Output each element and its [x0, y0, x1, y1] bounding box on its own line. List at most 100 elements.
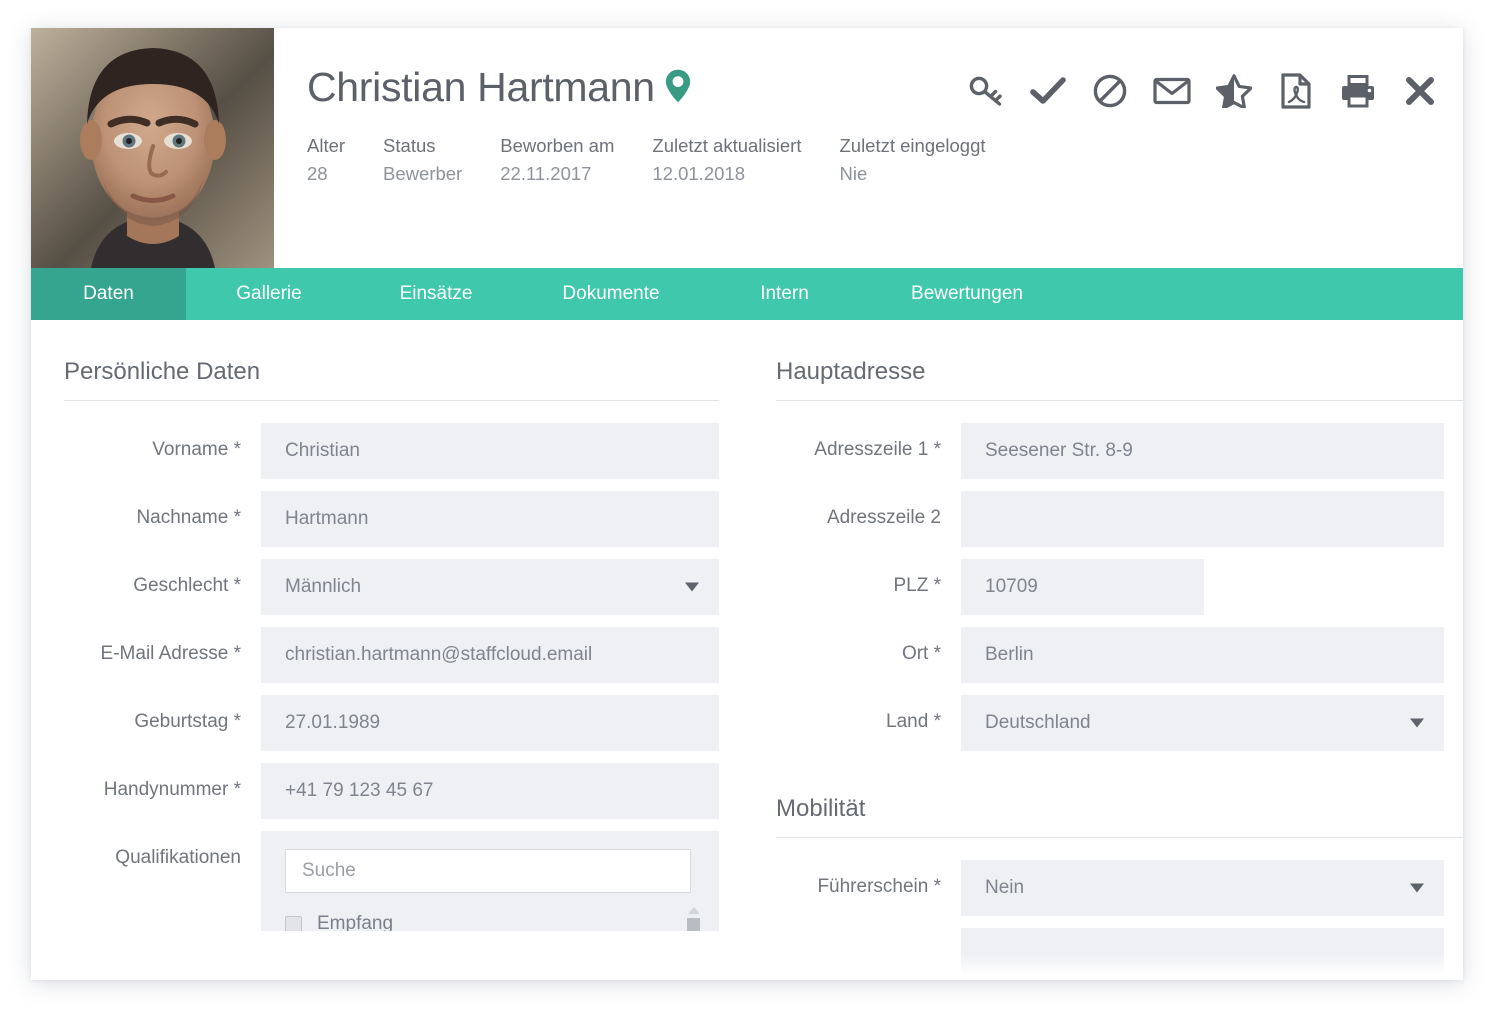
chevron-down-icon: [685, 583, 699, 592]
meta-strip: Alter 28 Status Bewerber Beworben am 22.…: [307, 132, 1024, 188]
field-label: Nachname *: [64, 491, 261, 529]
block-icon[interactable]: [1091, 70, 1129, 112]
qualifications-scrollbar[interactable]: [686, 907, 701, 931]
field-label: Land *: [776, 695, 961, 733]
field-row-ort: Ort * Berlin: [776, 627, 1463, 683]
card-content: Persönliche Daten Vorname * Christian Na…: [31, 320, 1463, 980]
field-label: Handynummer *: [64, 763, 261, 801]
field-label: Geburtstag *: [64, 695, 261, 733]
page-title: Christian Hartmann: [307, 67, 655, 108]
qualification-option-empfang[interactable]: Empfang: [285, 913, 695, 931]
section-title-mobility: Mobilität: [776, 795, 1463, 837]
tab-einsaetze[interactable]: Einsätze: [352, 268, 520, 320]
scroll-up-icon[interactable]: [688, 907, 700, 914]
tab-gallerie[interactable]: Gallerie: [186, 268, 352, 320]
close-icon[interactable]: [1401, 70, 1439, 112]
field-row-qualifikationen: Qualifikationen Suche Empfang: [64, 831, 751, 931]
half-star-icon[interactable]: [1215, 70, 1253, 112]
meta-item: Zuletzt aktualisiert 12.01.2018: [652, 132, 801, 188]
section-title-personal: Persönliche Daten: [64, 358, 751, 400]
field-row-handynummer: Handynummer * +41 79 123 45 67: [64, 763, 751, 819]
qualifications-box: Suche Empfang: [261, 831, 719, 931]
map-pin-icon[interactable]: [665, 69, 691, 108]
field-label: PLZ *: [776, 559, 961, 597]
address-mobility-column: Hauptadresse Adresszeile 1 * Seesener St…: [751, 358, 1463, 980]
tab-intern[interactable]: Intern: [702, 268, 867, 320]
meta-label: Zuletzt aktualisiert: [652, 132, 801, 160]
envelope-icon[interactable]: [1153, 70, 1191, 112]
card-header: Christian Hartmann Alter 28 Status Bewer…: [31, 28, 1463, 268]
adresszeile1-input[interactable]: Seesener Str. 8-9: [961, 423, 1444, 479]
meta-label: Status: [383, 132, 462, 160]
field-label: E-Mail Adresse *: [64, 627, 261, 665]
meta-label: Zuletzt eingeloggt: [839, 132, 985, 160]
fuehrerschein-select[interactable]: Nein: [961, 860, 1444, 916]
name-row: Christian Hartmann: [307, 66, 691, 108]
field-row-adresszeile1: Adresszeile 1 * Seesener Str. 8-9: [776, 423, 1463, 479]
meta-item: Status Bewerber: [383, 132, 462, 188]
field-label: Vorname *: [64, 423, 261, 461]
section-divider: [776, 400, 1463, 401]
field-row-partial: [776, 928, 1463, 980]
field-row-fuehrerschein: Führerschein * Nein: [776, 860, 1463, 916]
field-label: Geschlecht *: [64, 559, 261, 597]
meta-value: Nie: [839, 160, 985, 188]
pdf-file-icon[interactable]: [1277, 70, 1315, 112]
section-divider: [64, 400, 719, 401]
field-row-geburtstag: Geburtstag * 27.01.1989: [64, 695, 751, 751]
nachname-input[interactable]: Hartmann: [261, 491, 719, 547]
tab-dokumente[interactable]: Dokumente: [520, 268, 702, 320]
qualification-label: Empfang: [317, 913, 393, 931]
header-body: Christian Hartmann Alter 28 Status Bewer…: [274, 28, 1463, 268]
field-row-plz: PLZ * 10709: [776, 559, 1463, 615]
meta-item: Alter 28: [307, 132, 345, 188]
field-row-vorname: Vorname * Christian: [64, 423, 751, 479]
land-select[interactable]: Deutschland: [961, 695, 1444, 751]
geschlecht-value: Männlich: [285, 576, 361, 598]
geschlecht-select[interactable]: Männlich: [261, 559, 719, 615]
email-input[interactable]: christian.hartmann@staffcloud.email: [261, 627, 719, 683]
vorname-input[interactable]: Christian: [261, 423, 719, 479]
plz-input[interactable]: 10709: [961, 559, 1204, 615]
adresszeile2-input[interactable]: [961, 491, 1444, 547]
meta-value: 22.11.2017: [500, 160, 614, 188]
printer-icon[interactable]: [1339, 70, 1377, 112]
qualifications-search-input[interactable]: Suche: [285, 849, 691, 893]
land-value: Deutschland: [985, 712, 1091, 734]
field-label: Adresszeile 1 *: [776, 423, 961, 461]
meta-value: 28: [307, 160, 345, 188]
field-row-geschlecht: Geschlecht * Männlich: [64, 559, 751, 615]
chevron-down-icon: [1410, 719, 1424, 728]
meta-item: Beworben am 22.11.2017: [500, 132, 614, 188]
scrollbar-thumb[interactable]: [687, 918, 700, 931]
field-row-land: Land * Deutschland: [776, 695, 1463, 751]
meta-label: Alter: [307, 132, 345, 160]
field-label: Ort *: [776, 627, 961, 665]
fuehrerschein-value: Nein: [985, 877, 1024, 899]
field-label: [776, 928, 961, 944]
checkbox-empfang[interactable]: [285, 916, 302, 932]
field-row-email: E-Mail Adresse * christian.hartmann@staf…: [64, 627, 751, 683]
meta-value: Bewerber: [383, 160, 462, 188]
geburtstag-input[interactable]: 27.01.1989: [261, 695, 719, 751]
avatar: [31, 28, 274, 268]
field-label: Adresszeile 2: [776, 491, 961, 529]
partial-input[interactable]: [961, 928, 1444, 980]
field-label: Führerschein *: [776, 860, 961, 898]
handynummer-input[interactable]: +41 79 123 45 67: [261, 763, 719, 819]
check-icon[interactable]: [1029, 70, 1067, 112]
field-row-nachname: Nachname * Hartmann: [64, 491, 751, 547]
key-icon[interactable]: [967, 70, 1005, 112]
field-label: Qualifikationen: [64, 831, 261, 869]
candidate-detail-card: Christian Hartmann Alter 28 Status Bewer…: [31, 28, 1463, 980]
ort-input[interactable]: Berlin: [961, 627, 1444, 683]
section-divider: [776, 837, 1463, 838]
header-toolbar: [967, 70, 1439, 112]
personal-data-column: Persönliche Daten Vorname * Christian Na…: [31, 358, 751, 980]
tab-bar: Daten Gallerie Einsätze Dokumente Intern…: [31, 268, 1463, 320]
meta-value: 12.01.2018: [652, 160, 801, 188]
tab-bewertungen[interactable]: Bewertungen: [867, 268, 1067, 320]
meta-label: Beworben am: [500, 132, 614, 160]
field-row-adresszeile2: Adresszeile 2: [776, 491, 1463, 547]
tab-daten[interactable]: Daten: [31, 268, 186, 320]
